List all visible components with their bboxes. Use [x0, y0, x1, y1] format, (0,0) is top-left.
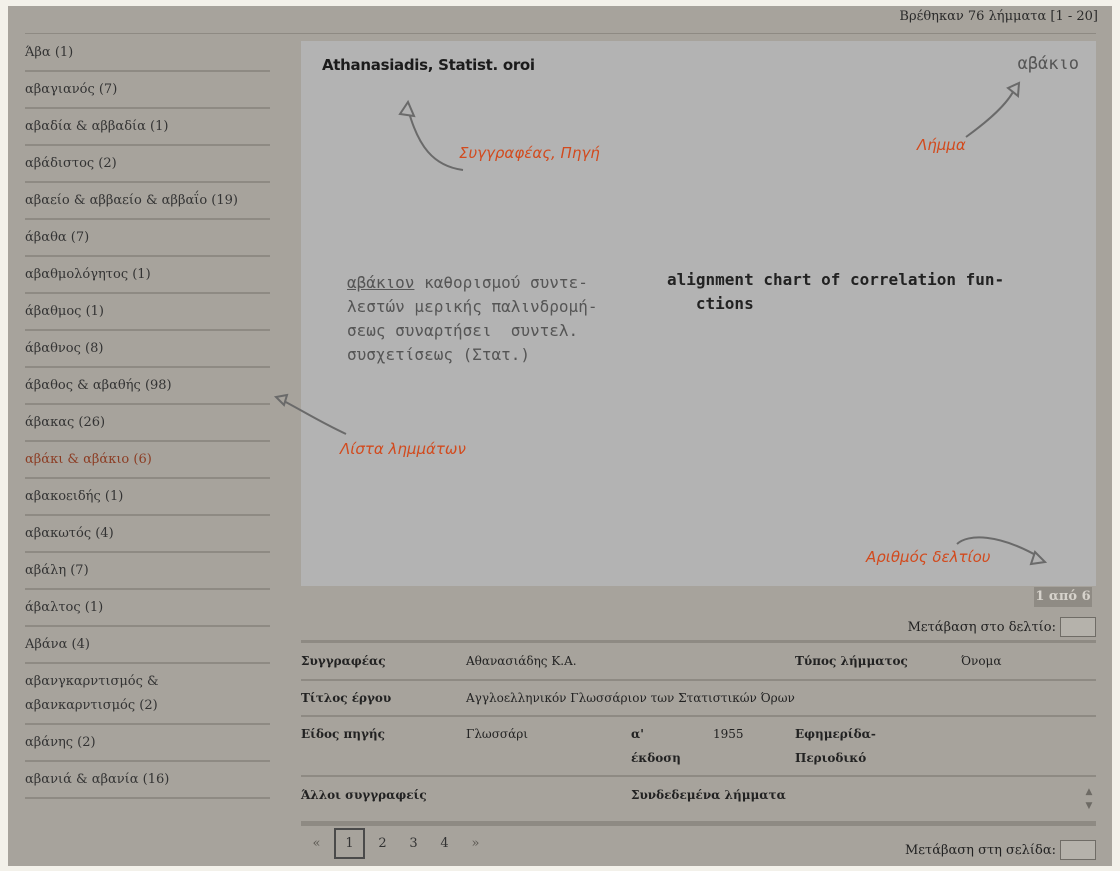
lemma-list-item[interactable]: άβαλτος (1)	[25, 590, 270, 627]
source-kind-label: Είδος πηγής	[301, 727, 385, 741]
metadata-row: Συγγραφέας Αθανασιάδης Κ.Α. Τύπος λήμματ…	[301, 643, 1096, 681]
lemma-list-item[interactable]: αβακοειδής (1)	[25, 479, 270, 516]
divider	[25, 33, 1096, 34]
metadata-table: Συγγραφέας Αθανασιάδης Κ.Α. Τύπος λήμματ…	[301, 640, 1096, 826]
card-greek-line: λεστών μερικής παλινδρομή-	[347, 297, 598, 316]
card-greek-line: καθορισμού συντε-	[414, 273, 588, 292]
card-lemma-text: αβάκιο	[1017, 54, 1079, 74]
card-english-definition: alignment chart of correlation fun- ctio…	[667, 268, 1004, 316]
page-3-button[interactable]: 3	[398, 828, 429, 859]
divider	[301, 823, 1096, 826]
results-count: Βρέθηκαν 76 λήμματα [1 - 20]	[899, 9, 1098, 24]
card-source-text: Athanasiadis, Statist. oroi	[322, 56, 535, 74]
author-label: Συγγραφέας	[301, 654, 386, 668]
type-value: Όνομα	[961, 654, 1002, 668]
title-label: Τίτλος έργου	[301, 691, 392, 705]
type-label: Τύπος λήμματος	[795, 654, 908, 668]
main-frame: Βρέθηκαν 76 λήμματα [1 - 20] Άβα (1) αβα…	[8, 6, 1112, 866]
page-1-button[interactable]: 1	[334, 828, 365, 859]
page-2-button[interactable]: 2	[367, 828, 398, 859]
annotation-lemma: Λήμμα	[917, 136, 966, 154]
lemma-list-item[interactable]: αβαδία & αββαδία (1)	[25, 109, 270, 146]
scroll-down-icon[interactable]: ▼	[1084, 801, 1094, 811]
lemma-list-item-active[interactable]: αβάκι & αβάκιο (6)	[25, 442, 270, 479]
annotation-card-number: Αριθμός δελτίου	[866, 548, 991, 566]
linked-lemmas-label: Συνδεδεμένα λήμματα	[631, 788, 786, 802]
goto-card-label: Μετάβαση στο δελτίο:	[907, 619, 1056, 635]
edition-value: 1955	[713, 727, 744, 741]
lemma-list-item[interactable]: αβάνης (2)	[25, 725, 270, 762]
title-value: Αγγλοελληνικόν Γλωσσάριον των Στατιστικώ…	[466, 691, 795, 705]
lemma-list-item[interactable]: Αβάνα (4)	[25, 627, 270, 664]
journal-label-line: Εφημερίδα-	[795, 727, 876, 741]
card-page-badge: 1 από 6	[1034, 587, 1092, 607]
lemma-list-item[interactable]: αβακωτός (4)	[25, 516, 270, 553]
goto-page: Μετάβαση στη σελίδα:	[905, 840, 1096, 860]
goto-card-input[interactable]	[1060, 617, 1096, 637]
lemma-list-item[interactable]: αβάδιστος (2)	[25, 146, 270, 183]
annotation-author: Συγγραφέας, Πηγή	[459, 144, 600, 162]
lemma-list-item[interactable]: άβαθμος (1)	[25, 294, 270, 331]
edition-label-line: α'	[631, 727, 644, 741]
author-value: Αθανασιάδης Κ.Α.	[466, 654, 577, 668]
lemma-list-item[interactable]: αβαγιανός (7)	[25, 72, 270, 109]
edition-label-line: έκδοση	[631, 751, 681, 765]
goto-card: Μετάβαση στο δελτίο:	[908, 617, 1096, 637]
lemma-list-item[interactable]: αβανγκαρντισμός & αβανκαρντισμός (2)	[25, 664, 270, 725]
lemma-list-item[interactable]: άβαθνος (8)	[25, 331, 270, 368]
card-english-line: alignment chart of correlation fun-	[667, 270, 1005, 289]
other-authors-label: Άλλοι συγγραφείς	[301, 788, 427, 802]
card-greek-definition: αβάκιον καθορισμού συντε- λεστών μερικής…	[347, 271, 597, 367]
metadata-row: Τίτλος έργου Αγγλοελληνικόν Γλωσσάριον τ…	[301, 681, 1096, 717]
goto-page-input[interactable]	[1060, 840, 1096, 860]
source-kind-value: Γλωσσάρι	[466, 727, 528, 741]
journal-label: Εφημερίδα- Περιοδικό	[795, 722, 876, 770]
next-page-button[interactable]: »	[460, 828, 491, 859]
card-greek-line: συσχετίσεως (Στατ.)	[347, 345, 531, 364]
card-image: Athanasiadis, Statist. oroi αβάκιο αβάκι…	[301, 41, 1096, 586]
lemma-list-item[interactable]: άβαθος & αβαθής (98)	[25, 368, 270, 405]
card-greek-headword: αβάκιον	[347, 273, 415, 292]
journal-label-line: Περιοδικό	[795, 751, 867, 765]
prev-page-button[interactable]: «	[301, 828, 332, 859]
metadata-row: Είδος πηγής Γλωσσάρι α' έκδοση 1955 Εφημε…	[301, 717, 1096, 777]
lemma-list-item[interactable]: άβακας (26)	[25, 405, 270, 442]
page-4-button[interactable]: 4	[429, 828, 460, 859]
lemma-list-item[interactable]: αβάλη (7)	[25, 553, 270, 590]
lemma-list-item[interactable]: αβαθμολόγητος (1)	[25, 257, 270, 294]
lemma-list-item[interactable]: άβαθα (7)	[25, 220, 270, 257]
lemma-list-item[interactable]: αβανιά & αβανία (16)	[25, 762, 270, 799]
metadata-row: Άλλοι συγγραφείς Συνδεδεμένα λήμματα ▲ ▼	[301, 777, 1096, 823]
lemma-list: Άβα (1) αβαγιανός (7) αβαδία & αββαδία (…	[25, 35, 270, 799]
card-english-line: ctions	[667, 294, 754, 313]
lemma-list-item[interactable]: Άβα (1)	[25, 35, 270, 72]
pagination: « 1 2 3 4 »	[301, 828, 491, 859]
goto-page-label: Μετάβαση στη σελίδα:	[904, 842, 1056, 858]
card-greek-line: σεως συναρτήσει συντελ.	[347, 321, 579, 340]
lemma-list-item[interactable]: αβαείο & αββαείο & αββαΐο (19)	[25, 183, 270, 220]
annotation-lemma-list: Λίστα λημμάτων	[340, 440, 466, 458]
edition-label: α' έκδοση	[631, 722, 681, 770]
scroll-up-icon[interactable]: ▲	[1084, 787, 1094, 797]
